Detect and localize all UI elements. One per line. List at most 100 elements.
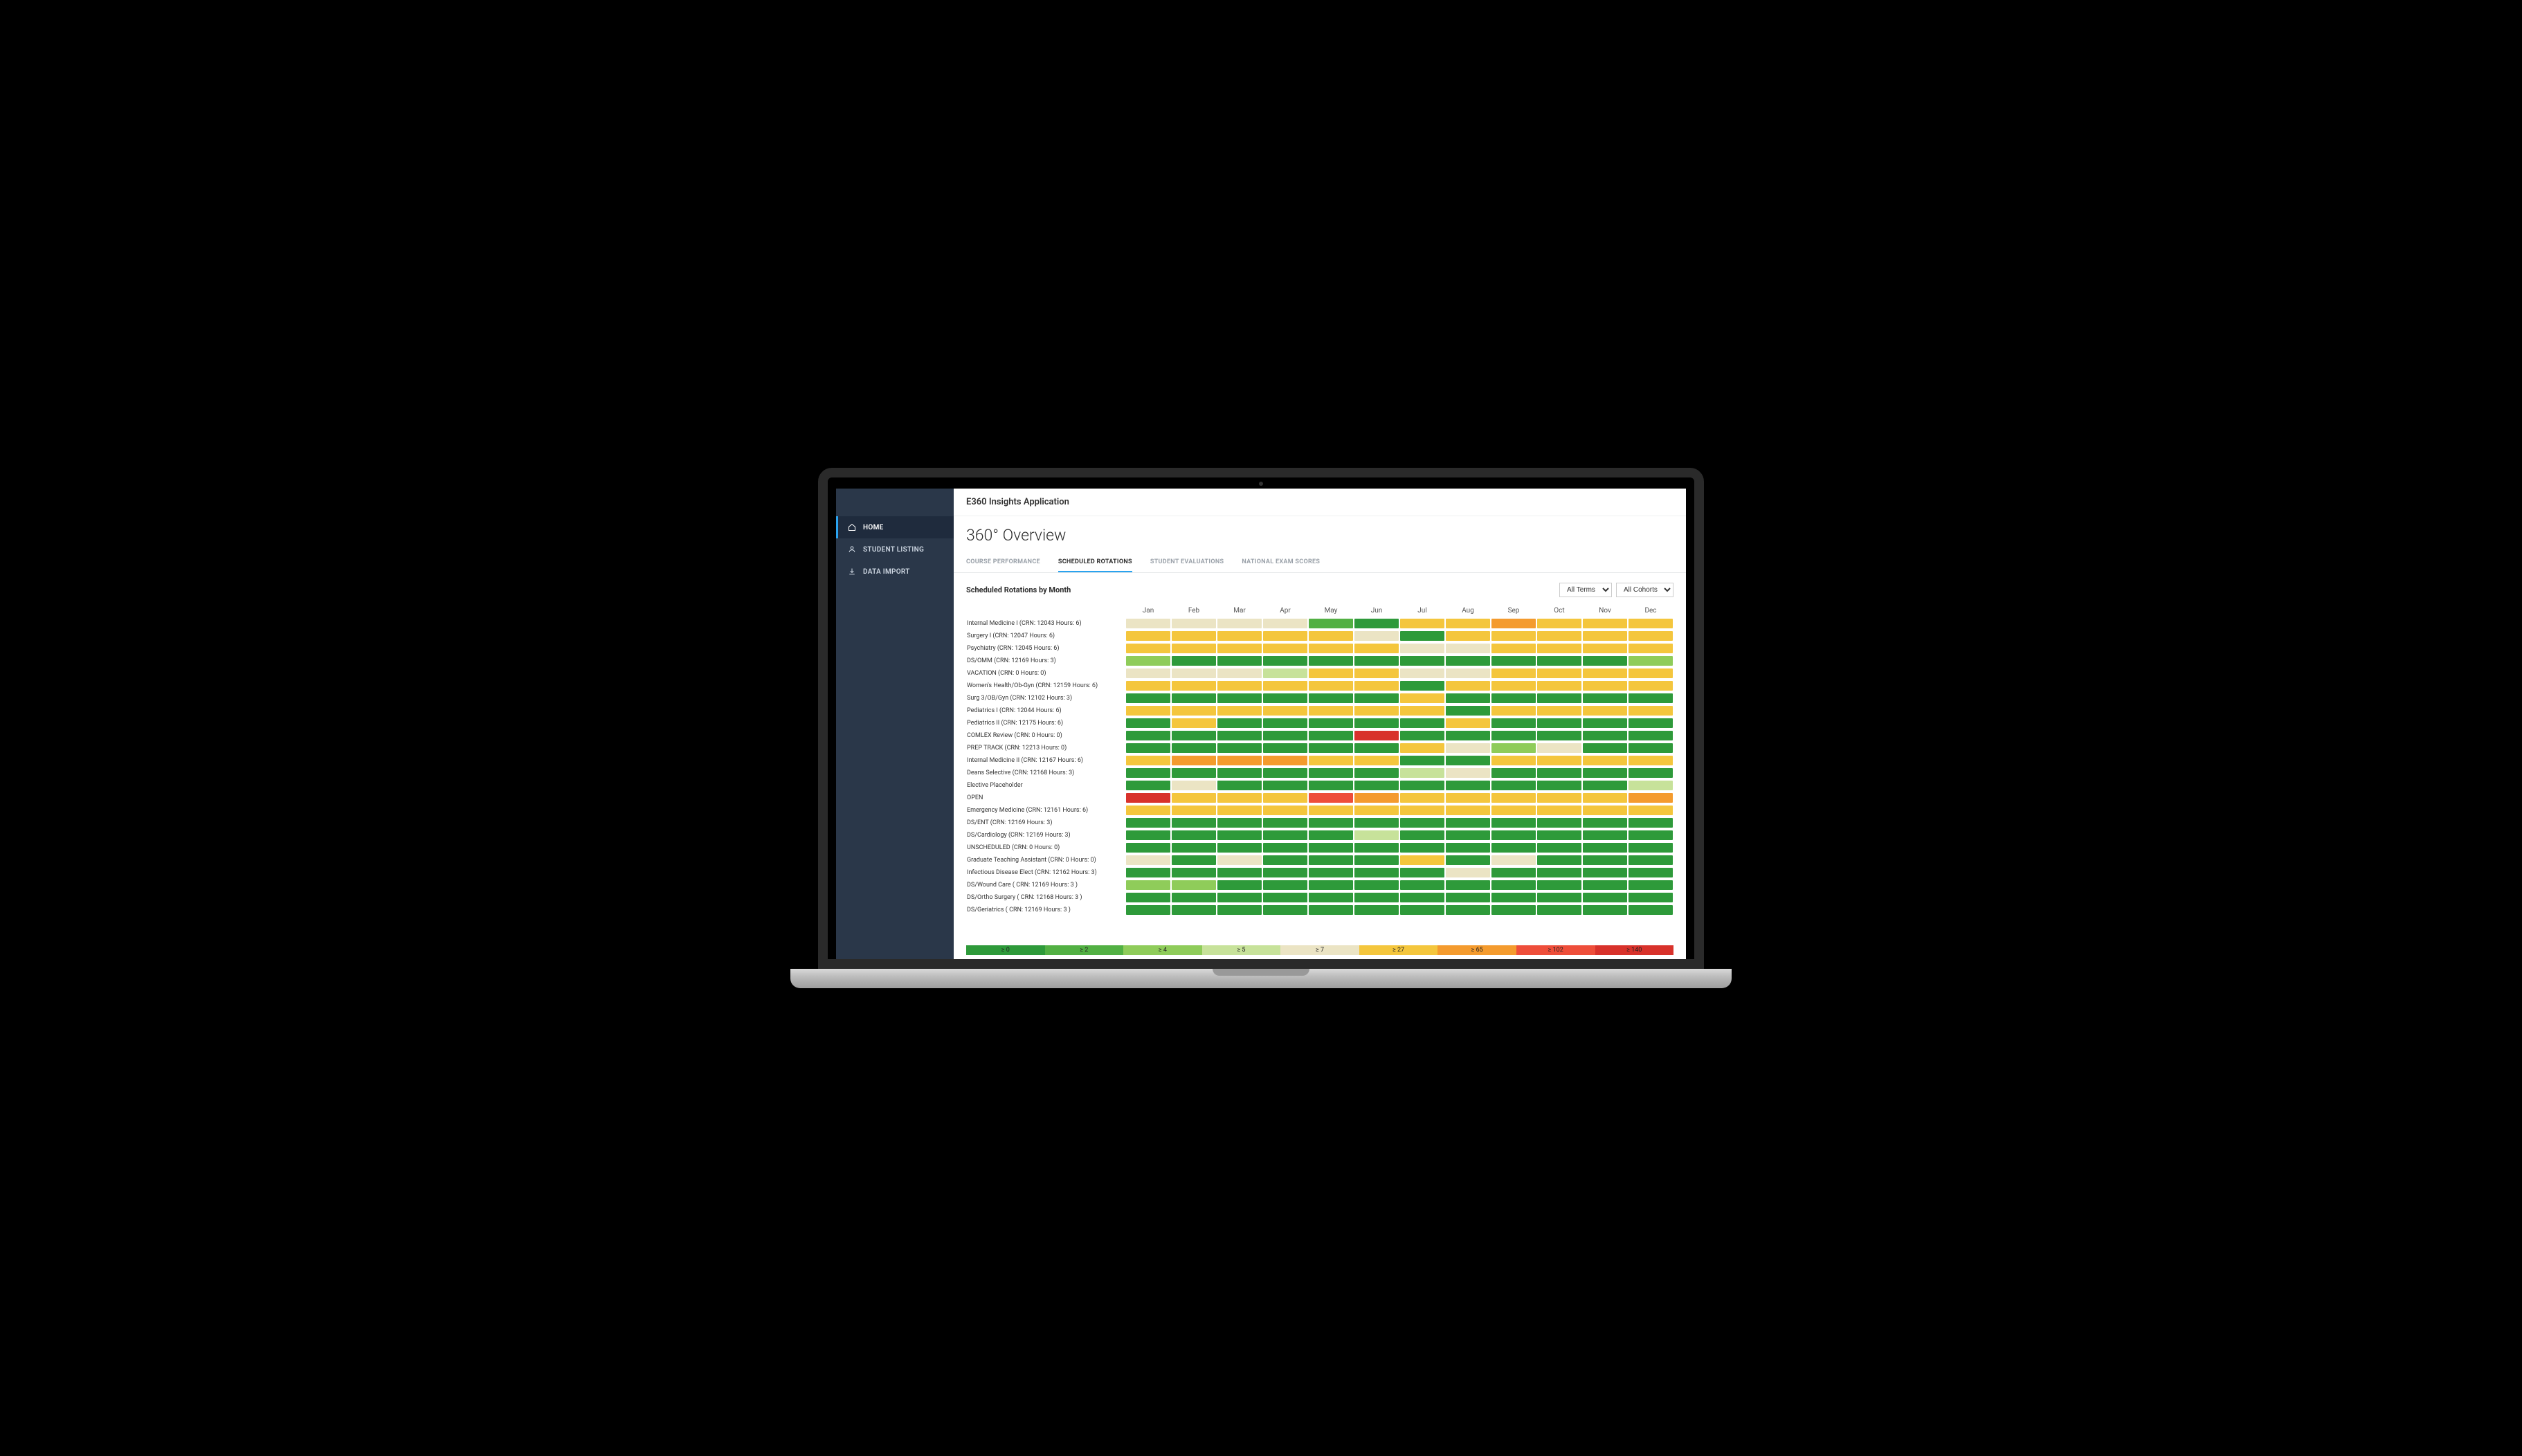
heatmap-cell[interactable] — [1491, 680, 1536, 692]
heatmap-cell[interactable] — [1536, 841, 1582, 854]
heatmap-cell[interactable] — [1399, 729, 1445, 742]
heatmap-cell[interactable] — [1445, 817, 1491, 829]
heatmap-cell[interactable] — [1582, 729, 1628, 742]
heatmap-cell[interactable] — [1445, 630, 1491, 642]
heatmap-cell[interactable] — [1171, 829, 1217, 841]
heatmap-cell[interactable] — [1582, 642, 1628, 655]
heatmap-cell[interactable] — [1445, 667, 1491, 680]
heatmap-cell[interactable] — [1582, 680, 1628, 692]
heatmap-cell[interactable] — [1445, 729, 1491, 742]
heatmap-cell[interactable] — [1445, 804, 1491, 817]
heatmap-cell[interactable] — [1217, 792, 1262, 804]
heatmap-cell[interactable] — [1536, 879, 1582, 891]
heatmap-cell[interactable] — [1308, 729, 1354, 742]
heatmap-cell[interactable] — [1125, 792, 1171, 804]
heatmap-cell[interactable] — [1536, 854, 1582, 866]
heatmap-cell[interactable] — [1536, 817, 1582, 829]
heatmap-cell[interactable] — [1171, 630, 1217, 642]
heatmap-cell[interactable] — [1125, 667, 1171, 680]
heatmap-cell[interactable] — [1217, 617, 1262, 630]
heatmap-cell[interactable] — [1399, 829, 1445, 841]
heatmap-scroll[interactable]: JanFebMarAprMayJunJulAugSepOctNovDecInte… — [966, 604, 1673, 943]
heatmap-cell[interactable] — [1628, 854, 1673, 866]
heatmap-cell[interactable] — [1445, 754, 1491, 767]
heatmap-cell[interactable] — [1262, 891, 1308, 904]
heatmap-cell[interactable] — [1491, 829, 1536, 841]
heatmap-cell[interactable] — [1445, 717, 1491, 729]
heatmap-cell[interactable] — [1536, 704, 1582, 717]
heatmap-cell[interactable] — [1125, 692, 1171, 704]
heatmap-cell[interactable] — [1628, 742, 1673, 754]
heatmap-cell[interactable] — [1171, 904, 1217, 916]
heatmap-cell[interactable] — [1628, 717, 1673, 729]
heatmap-cell[interactable] — [1445, 704, 1491, 717]
heatmap-cell[interactable] — [1171, 704, 1217, 717]
heatmap-cell[interactable] — [1582, 904, 1628, 916]
heatmap-cell[interactable] — [1582, 879, 1628, 891]
heatmap-cell[interactable] — [1445, 692, 1491, 704]
heatmap-cell[interactable] — [1217, 891, 1262, 904]
heatmap-cell[interactable] — [1262, 717, 1308, 729]
heatmap-cell[interactable] — [1262, 817, 1308, 829]
heatmap-cell[interactable] — [1536, 767, 1582, 779]
heatmap-cell[interactable] — [1354, 841, 1399, 854]
heatmap-cell[interactable] — [1262, 754, 1308, 767]
heatmap-cell[interactable] — [1217, 829, 1262, 841]
heatmap-cell[interactable] — [1308, 742, 1354, 754]
heatmap-cell[interactable] — [1171, 792, 1217, 804]
heatmap-cell[interactable] — [1491, 891, 1536, 904]
heatmap-cell[interactable] — [1399, 866, 1445, 879]
heatmap-cell[interactable] — [1171, 692, 1217, 704]
heatmap-cell[interactable] — [1262, 804, 1308, 817]
heatmap-cell[interactable] — [1628, 642, 1673, 655]
heatmap-cell[interactable] — [1536, 804, 1582, 817]
heatmap-cell[interactable] — [1399, 717, 1445, 729]
heatmap-cell[interactable] — [1582, 655, 1628, 667]
heatmap-cell[interactable] — [1171, 717, 1217, 729]
heatmap-cell[interactable] — [1491, 630, 1536, 642]
heatmap-cell[interactable] — [1536, 617, 1582, 630]
heatmap-cell[interactable] — [1354, 879, 1399, 891]
heatmap-cell[interactable] — [1354, 779, 1399, 792]
heatmap-cell[interactable] — [1628, 891, 1673, 904]
heatmap-cell[interactable] — [1582, 717, 1628, 729]
heatmap-cell[interactable] — [1628, 804, 1673, 817]
heatmap-cell[interactable] — [1217, 680, 1262, 692]
heatmap-cell[interactable] — [1125, 704, 1171, 717]
heatmap-cell[interactable] — [1308, 817, 1354, 829]
sidebar-item-home[interactable]: HOME — [836, 516, 954, 538]
heatmap-cell[interactable] — [1217, 692, 1262, 704]
heatmap-cell[interactable] — [1125, 841, 1171, 854]
tab-scheduled-rotations[interactable]: SCHEDULED ROTATIONS — [1058, 552, 1132, 572]
heatmap-cell[interactable] — [1399, 817, 1445, 829]
heatmap-cell[interactable] — [1491, 854, 1536, 866]
heatmap-cell[interactable] — [1628, 655, 1673, 667]
heatmap-cell[interactable] — [1308, 717, 1354, 729]
heatmap-cell[interactable] — [1445, 617, 1491, 630]
heatmap-cell[interactable] — [1445, 680, 1491, 692]
heatmap-cell[interactable] — [1308, 829, 1354, 841]
heatmap-cell[interactable] — [1262, 680, 1308, 692]
heatmap-cell[interactable] — [1582, 667, 1628, 680]
heatmap-cell[interactable] — [1217, 804, 1262, 817]
heatmap-cell[interactable] — [1399, 879, 1445, 891]
heatmap-cell[interactable] — [1536, 630, 1582, 642]
heatmap-cell[interactable] — [1262, 767, 1308, 779]
heatmap-cell[interactable] — [1445, 829, 1491, 841]
heatmap-cell[interactable] — [1171, 729, 1217, 742]
heatmap-cell[interactable] — [1125, 630, 1171, 642]
heatmap-cell[interactable] — [1171, 667, 1217, 680]
heatmap-cell[interactable] — [1536, 779, 1582, 792]
heatmap-cell[interactable] — [1217, 904, 1262, 916]
heatmap-cell[interactable] — [1582, 630, 1628, 642]
heatmap-cell[interactable] — [1262, 742, 1308, 754]
sidebar-item-student-listing[interactable]: STUDENT LISTING — [836, 538, 954, 561]
heatmap-cell[interactable] — [1354, 904, 1399, 916]
heatmap-cell[interactable] — [1262, 692, 1308, 704]
heatmap-cell[interactable] — [1354, 729, 1399, 742]
heatmap-cell[interactable] — [1536, 891, 1582, 904]
heatmap-cell[interactable] — [1217, 742, 1262, 754]
heatmap-cell[interactable] — [1491, 655, 1536, 667]
heatmap-cell[interactable] — [1125, 754, 1171, 767]
heatmap-cell[interactable] — [1582, 841, 1628, 854]
